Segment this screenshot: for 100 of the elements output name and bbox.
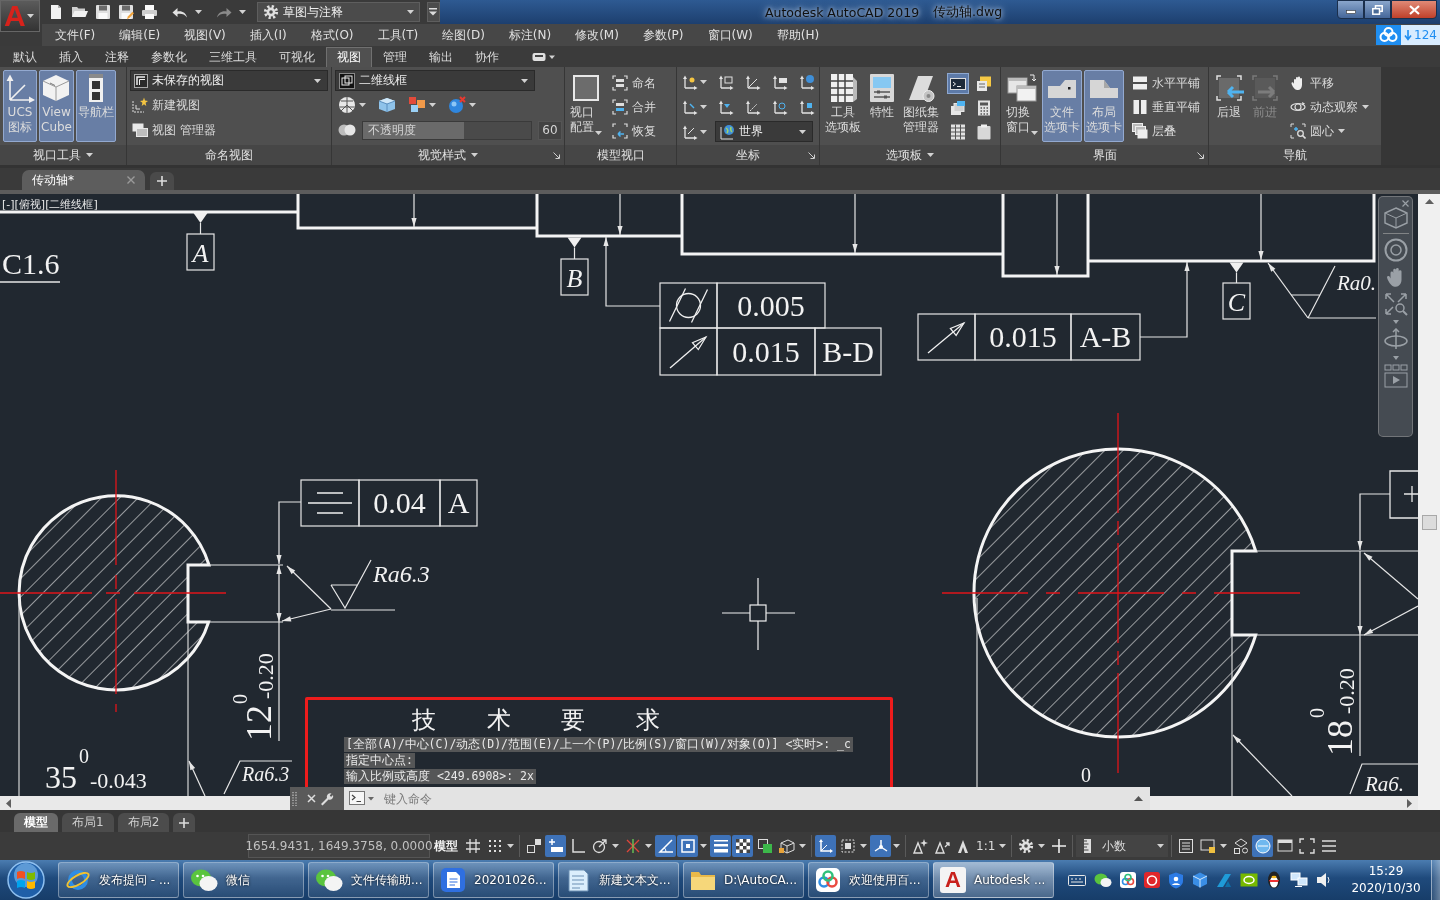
cube-icon[interactable] [1192,872,1208,888]
status-toggle-button[interactable] [677,835,698,857]
caret-icon[interactable] [645,844,652,848]
two-monitors-icon[interactable] [1290,872,1308,888]
scroll-right-icon[interactable] [1407,798,1412,808]
ribbon-large-button[interactable]: 切换 窗口 [1004,70,1040,142]
menu-item[interactable]: 工具(T) [377,26,419,44]
overlapping-circles-icon[interactable] [338,123,356,137]
axes-icon[interactable] [682,123,698,140]
axes-icon[interactable] [718,98,734,115]
status-toggle-button[interactable] [1252,835,1274,857]
new-layout-button[interactable] [173,813,196,832]
horizontal-scrollbar[interactable] [1150,796,1418,810]
status-toggle-button[interactable] [655,835,676,857]
ribbon-button[interactable]: 水平平铺 [1130,72,1202,94]
printer-icon[interactable] [141,4,158,20]
command-input-field[interactable]: 键入命令 [378,787,1128,810]
taskbar-button[interactable]: 微信 [183,862,304,898]
caret-icon[interactable] [1392,356,1399,360]
caret-icon[interactable] [1392,320,1399,324]
ribbon-button[interactable]: 圆心 [1288,120,1371,142]
menu-item[interactable]: 编辑(E) [119,26,161,44]
model-space-button[interactable]: 模型 [431,834,461,858]
ribbon-button[interactable]: 恢复 [610,120,658,142]
box-icon[interactable] [378,96,396,114]
customize-toolbar-button[interactable] [426,2,440,22]
panel-title[interactable]: 视口工具 [33,146,81,164]
axes-icon[interactable] [772,98,788,115]
three-squares-icon[interactable] [408,96,426,114]
menu-item[interactable]: 文件(F) [55,26,96,44]
ribbon-button[interactable]: 平移 [1288,72,1371,94]
new-tab-button[interactable] [150,172,174,190]
file-tab[interactable]: 传动轴* [22,170,145,190]
scroll-thumb[interactable] [1421,515,1437,530]
magnifier-arrows-icon[interactable] [1383,292,1408,316]
ribbon-button[interactable]: 合并 [610,96,658,118]
ribbon-tab[interactable]: 视图 [326,47,372,67]
show-desktop-button[interactable] [1431,860,1440,900]
taskbar-button[interactable]: 20201026... [433,862,554,898]
concentric-circles-icon[interactable] [1383,238,1408,262]
menu-item[interactable]: 窗口(W) [707,26,753,44]
layout-tab[interactable]: 模型 [14,813,58,832]
caret-icon[interactable] [1220,844,1228,848]
keyboard-icon[interactable] [1068,873,1086,887]
axes-icon[interactable] [682,73,698,90]
horizontal-scrollbar[interactable] [0,796,290,810]
ucs-dropdown[interactable]: 世界 [715,121,813,142]
caret-icon[interactable] [700,129,707,134]
close-icon[interactable] [1402,200,1409,207]
caret-icon[interactable] [469,103,476,107]
angular-logo-icon[interactable] [1216,872,1232,888]
menu-item[interactable]: 修改(M) [575,26,619,44]
status-toggle-button[interactable] [732,835,753,857]
caret-icon[interactable] [700,104,707,109]
caret-icon[interactable] [700,79,707,84]
blank-page-icon[interactable] [48,4,64,20]
ribbon-tab[interactable]: 输出 [418,47,464,67]
axes-icon[interactable] [799,98,815,115]
ribbon-tab[interactable]: 协作 [464,47,510,67]
taskbar-button[interactable]: D:\AutoCA... [683,862,804,898]
caret-icon[interactable] [359,103,366,107]
menu-item[interactable]: 格式(O) [310,26,354,44]
units-dropdown[interactable]: 小数 [1076,835,1169,857]
penguin-icon[interactable] [1266,871,1282,889]
caret-icon[interactable] [999,844,1007,848]
panel-title[interactable]: 选项板 [886,146,922,164]
restore-button[interactable] [1364,0,1391,19]
caret-icon[interactable] [429,103,436,107]
ribbon-tab[interactable]: 可视化 [268,47,326,67]
floppy-disk-pencil-icon[interactable] [118,4,134,20]
ribbon-button[interactable]: 视图 管理器 [130,119,328,141]
sphere-wireframe-icon[interactable] [338,96,356,114]
caret-icon[interactable] [195,10,202,14]
status-toggle-button[interactable] [710,835,731,857]
ribbon-large-button[interactable]: 视口 配置 [568,70,604,142]
ribbon-large-button[interactable]: 后退 [1212,70,1246,142]
ribbon-button[interactable]: 层叠 [1130,120,1202,142]
ribbon-tab[interactable]: 插入 [48,47,94,67]
menu-item[interactable]: 标注(N) [508,26,552,44]
status-toggle-button[interactable] [815,835,836,857]
flag-orb-icon[interactable] [6,860,46,900]
sphere-icon[interactable] [448,96,466,114]
caret-icon[interactable] [612,844,619,848]
axes-icon[interactable] [799,73,815,90]
ring-tile-icon[interactable] [1144,872,1160,888]
caret-icon[interactable] [507,844,514,848]
cube-icon[interactable] [1383,207,1408,229]
menu-item[interactable]: 参数(P) [642,26,684,44]
status-toggle-button[interactable] [1296,835,1318,857]
ribbon-tab[interactable]: 参数化 [140,47,198,67]
workspace-dropdown[interactable]: 草图与注释 [257,2,420,22]
minimize-button[interactable] [1337,0,1364,19]
ribbon-large-button[interactable]: 图纸集 管理器 [901,70,941,142]
caret-icon[interactable] [471,153,478,157]
visual-style-dropdown[interactable]: 二维线框 [335,70,535,91]
axes-icon[interactable] [718,73,734,90]
taskbar-button[interactable]: 欢迎使用百... [808,862,929,898]
shield-icon[interactable] [1168,871,1184,889]
taskbar-button[interactable]: 发布提问 - ... [58,862,179,898]
wrench-icon[interactable] [320,791,334,806]
